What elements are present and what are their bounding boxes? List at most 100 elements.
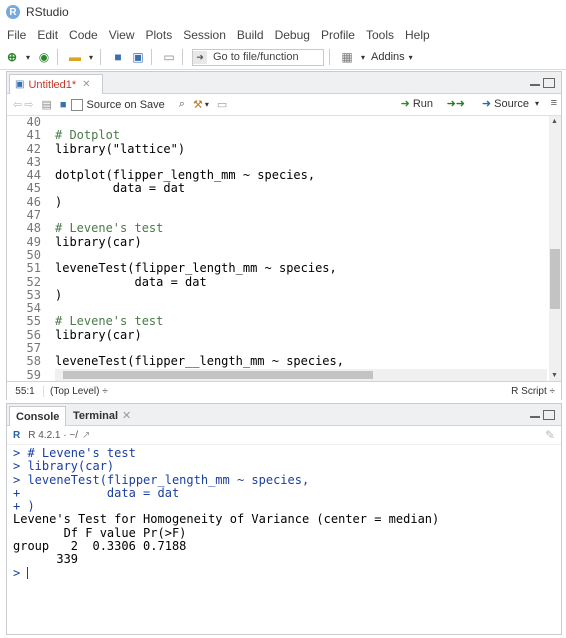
- chevron-down-icon[interactable]: ▾: [535, 99, 539, 108]
- console-line: group 2 0.3306 0.7188: [13, 539, 187, 554]
- go-to-directory-icon[interactable]: ↗: [82, 430, 90, 441]
- run-button[interactable]: ➜ Run: [401, 97, 433, 111]
- tab-untitled1[interactable]: ▣ Untitled1* ✕: [9, 74, 103, 94]
- code-line[interactable]: 47: [7, 208, 547, 223]
- maximize-icon[interactable]: [543, 78, 555, 88]
- re-run-icon[interactable]: ➜➜: [447, 97, 465, 110]
- minimize-icon[interactable]: [530, 78, 540, 86]
- scroll-down-icon[interactable]: ▼: [551, 372, 558, 379]
- tab-terminal[interactable]: Terminal ✕: [67, 406, 137, 425]
- back-icon[interactable]: ⇦: [13, 98, 22, 111]
- code-line[interactable]: 53): [7, 287, 547, 302]
- console-line: > leveneTest(flipper_length_mm ~ species…: [13, 472, 310, 487]
- show-in-window-icon[interactable]: ▤: [41, 98, 51, 111]
- magic-wand-icon[interactable]: ⚒: [193, 98, 203, 111]
- compile-report-icon[interactable]: ▭: [217, 98, 227, 111]
- menu-profile[interactable]: Profile: [321, 28, 355, 42]
- console-prompt[interactable]: >: [13, 566, 561, 580]
- code-line[interactable]: 45 data = dat: [7, 182, 547, 196]
- new-file-icon[interactable]: ⊕: [4, 49, 20, 65]
- menu-debug[interactable]: Debug: [275, 28, 310, 42]
- menu-file[interactable]: File: [7, 28, 26, 42]
- toolbar-divider: [100, 49, 101, 65]
- minimize-icon[interactable]: [530, 410, 540, 418]
- go-to-arrow-icon: ➜: [193, 50, 207, 64]
- dropdown-icon[interactable]: ▾: [205, 100, 209, 109]
- scroll-thumb[interactable]: [550, 249, 560, 309]
- dropdown-icon[interactable]: ▾: [87, 49, 95, 65]
- code-line[interactable]: 40: [7, 116, 547, 129]
- line-number: 53: [26, 287, 41, 302]
- code-line[interactable]: 42 library("lattice"): [7, 142, 547, 156]
- code-line[interactable]: 52 data = dat: [7, 275, 547, 289]
- code-line[interactable]: 48 # Levene's test: [7, 222, 547, 236]
- line-number: 40: [26, 116, 41, 129]
- code-text: # Levene's test: [55, 314, 164, 329]
- maximize-icon[interactable]: [543, 410, 555, 420]
- line-number: 51: [26, 261, 41, 276]
- save-icon[interactable]: ■: [110, 49, 126, 65]
- code-text: dotplot(flipper_length_mm ~ species,: [55, 168, 316, 183]
- menu-plots[interactable]: Plots: [146, 28, 173, 42]
- source-on-save-checkbox[interactable]: [70, 98, 83, 111]
- code-line[interactable]: 41 # Dotplot: [7, 128, 547, 143]
- menu-code[interactable]: Code: [69, 28, 98, 42]
- close-icon[interactable]: ✕: [82, 79, 90, 90]
- console-line: 339: [13, 552, 79, 567]
- code-line[interactable]: 55 # Levene's test: [7, 314, 547, 329]
- save-icon[interactable]: ■: [60, 99, 67, 111]
- forward-icon[interactable]: ⇨: [24, 98, 33, 111]
- menu-help[interactable]: Help: [405, 28, 430, 42]
- source-button[interactable]: ➜ Source ▾: [482, 97, 539, 111]
- line-number: 41: [26, 128, 41, 143]
- r-version-bar: R R 4.2.1 · ~/ ↗: [7, 426, 561, 445]
- menu-edit[interactable]: Edit: [37, 28, 58, 42]
- file-type-selector[interactable]: R Script ÷: [511, 386, 555, 397]
- close-icon[interactable]: ✕: [122, 409, 131, 422]
- code-line[interactable]: 54: [7, 301, 547, 315]
- console-line: + data = dat: [13, 485, 180, 500]
- chevron-down-icon[interactable]: ▾: [409, 53, 413, 62]
- clear-console-icon[interactable]: ✎: [545, 428, 555, 442]
- addins-menu[interactable]: Addins: [371, 51, 405, 63]
- console-line: Df F value Pr(>F): [13, 525, 187, 540]
- console-output[interactable]: > # Levene's test > library(car) > leveneT…: [7, 445, 561, 580]
- new-project-icon[interactable]: ◉: [36, 49, 52, 65]
- code-line[interactable]: 51 leveneTest(flipper_length_mm ~ species…: [7, 261, 547, 276]
- horizontal-scrollbar[interactable]: [55, 369, 547, 381]
- menu-session[interactable]: Session: [183, 28, 226, 42]
- open-folder-icon[interactable]: ▬: [67, 49, 83, 65]
- vertical-scrollbar[interactable]: ▲ ▼: [549, 116, 561, 381]
- save-all-icon[interactable]: ▣: [130, 49, 146, 65]
- go-to-file-input[interactable]: ➜ Go to file/function: [192, 48, 324, 66]
- code-line[interactable]: 46): [7, 194, 547, 209]
- line-number: 47: [26, 208, 41, 223]
- code-line[interactable]: 50: [7, 248, 547, 262]
- menu-icon[interactable]: ≡: [551, 97, 557, 109]
- dropdown-icon[interactable]: ▾: [359, 49, 367, 65]
- menu-build[interactable]: Build: [237, 28, 264, 42]
- code-line[interactable]: 43: [7, 155, 547, 169]
- search-icon[interactable]: ⌕: [179, 98, 185, 111]
- go-to-placeholder: Go to file/function: [213, 51, 299, 63]
- scroll-thumb[interactable]: [63, 371, 373, 379]
- code-line[interactable]: 56 library(car): [7, 328, 547, 342]
- code-line[interactable]: 57: [7, 341, 547, 355]
- menu-view[interactable]: View: [109, 28, 135, 42]
- line-number: 49: [26, 234, 41, 249]
- code-line[interactable]: 58 leveneTest(flipper__length_mm ~ specie…: [7, 355, 547, 369]
- editor-toolbar: ⇦ ⇨ ▤ ■ Source on Save ⌕ ⚒ ▾ ▭ ➜ Run ➜➜ …: [7, 94, 561, 116]
- window-controls: [527, 410, 555, 420]
- pane-layout-icon[interactable]: ▦: [339, 49, 355, 65]
- code-text: ): [55, 194, 63, 209]
- menu-tools[interactable]: Tools: [366, 28, 394, 42]
- scope-selector[interactable]: (Top Level) ÷: [50, 386, 108, 397]
- code-text: # Dotplot: [55, 128, 121, 143]
- code-line[interactable]: 49 library(car): [7, 234, 547, 249]
- dropdown-icon[interactable]: ▾: [24, 49, 32, 65]
- code-area[interactable]: 40 41 # Dotplot 42 library("lattice") 43 44 dot…: [7, 116, 547, 380]
- print-icon[interactable]: ▭: [161, 49, 177, 65]
- scroll-up-icon[interactable]: ▲: [551, 118, 558, 125]
- code-line[interactable]: 44 dotplot(flipper_length_mm ~ species,: [7, 168, 547, 183]
- tab-console[interactable]: Console: [9, 406, 67, 426]
